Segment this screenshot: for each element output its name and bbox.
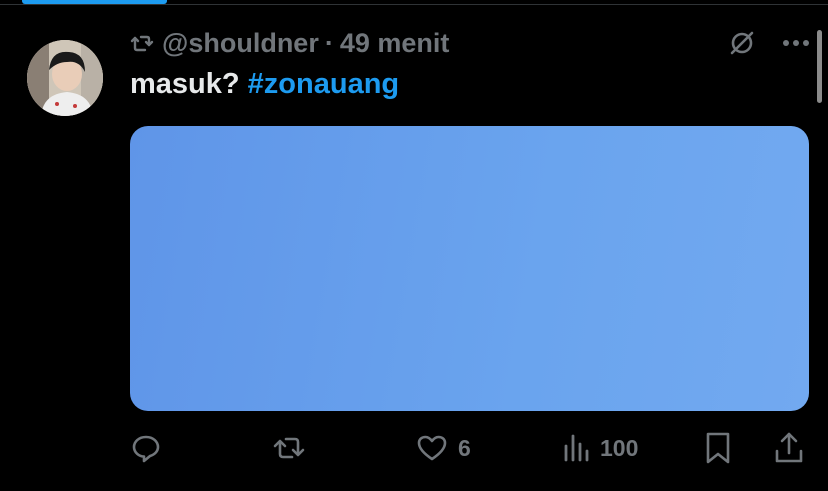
views-count: 100 [600, 434, 639, 461]
repost-button[interactable] [272, 428, 316, 468]
share-button[interactable] [774, 428, 804, 468]
post-action-bar: 6 100 [130, 428, 810, 468]
bookmark-button[interactable] [704, 428, 732, 468]
bookmark-icon [704, 431, 732, 465]
repost-icon [130, 31, 154, 55]
share-icon [774, 431, 804, 465]
post-timestamp[interactable]: 49 menit [340, 28, 450, 59]
heart-icon [416, 432, 448, 464]
separator-dot: · [324, 27, 334, 58]
more-icon[interactable] [782, 38, 810, 48]
post-header: @shouldner · 49 menit [130, 26, 449, 60]
reply-button[interactable] [130, 428, 172, 468]
views-button[interactable]: 100 [562, 428, 638, 468]
views-icon [562, 432, 590, 464]
avatar-image [27, 40, 103, 116]
like-button[interactable]: 6 [416, 428, 471, 468]
like-count: 6 [458, 434, 471, 461]
post-text-main: masuk? [130, 68, 248, 100]
scrollbar-thumb[interactable] [817, 30, 822, 103]
repost-icon [272, 432, 306, 464]
post-media-image[interactable] [130, 126, 809, 411]
user-handle[interactable]: @shouldner [162, 28, 319, 59]
top-divider [0, 4, 828, 5]
reply-icon [130, 432, 162, 464]
grok-icon[interactable] [728, 29, 756, 57]
timeline-page: @shouldner · 49 menit masuk? #zonauang 6… [0, 0, 828, 491]
post-top-actions [728, 26, 810, 60]
avatar[interactable] [27, 40, 103, 116]
hashtag-link[interactable]: #zonauang [248, 68, 399, 100]
post-text: masuk? #zonauang [130, 68, 399, 101]
